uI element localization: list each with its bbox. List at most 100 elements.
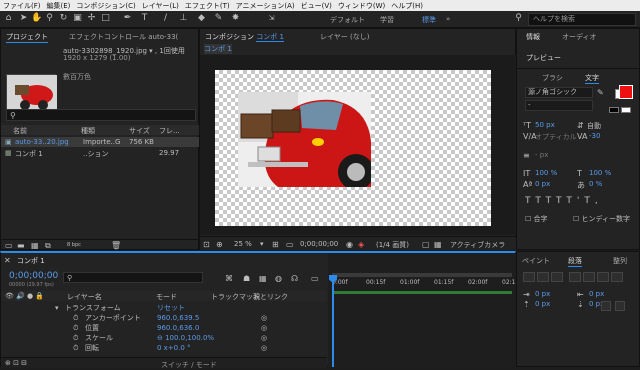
workspace-more[interactable]: » xyxy=(446,15,450,23)
align-center-button[interactable] xyxy=(537,272,549,282)
tab-layer[interactable]: レイヤー (なし) xyxy=(320,32,369,42)
stopwatch-icon[interactable]: ⏱ xyxy=(73,333,78,343)
region-icon[interactable]: ▢ xyxy=(422,240,430,249)
project-comp-row[interactable]: ▦ コンポ 1 ..ション 29.97 xyxy=(1,148,200,158)
workspace-learn[interactable]: 学習 xyxy=(380,15,394,25)
tab-preview[interactable]: プレビュー xyxy=(526,53,561,63)
column-parent[interactable]: 親とリンク xyxy=(253,292,288,302)
tab-audio[interactable]: オーディオ xyxy=(562,32,597,42)
comp-subtab[interactable]: コンポ 1 xyxy=(204,44,232,54)
time-ruler[interactable]: 0:00f 00:15f 01:00f 01:15f 02:00f 02:1 xyxy=(328,279,516,289)
tab-composition[interactable]: コンポジション コンポ 1 xyxy=(205,32,284,42)
timeline-property-row[interactable]: ▾ トランスフォーム リセット xyxy=(1,303,327,313)
tab-character[interactable]: 文字 xyxy=(585,73,599,84)
justify-center-button[interactable] xyxy=(583,272,595,282)
hand-tool-icon[interactable]: ✋ xyxy=(31,13,42,24)
justify-left-button[interactable] xyxy=(569,272,581,282)
white-swatch[interactable] xyxy=(621,107,631,113)
tab-paragraph[interactable]: 段落 xyxy=(568,256,582,267)
timeline-property-row[interactable]: ⏱ 位置 960.0,636.0 ◎ xyxy=(1,323,327,333)
new-comp-icon[interactable]: ▦ xyxy=(31,241,39,250)
pen-tool-icon[interactable]: ✒ xyxy=(122,13,133,24)
fit-icon[interactable]: ⊕ xyxy=(216,240,223,249)
stopwatch-icon[interactable]: ⏱ xyxy=(73,323,78,333)
car-image[interactable] xyxy=(238,92,374,190)
render-icons[interactable]: ⊛ ⊡ ⊟ xyxy=(5,359,27,367)
fill-color-swatch[interactable] xyxy=(619,85,633,99)
frame-blending-icon[interactable]: ▦ xyxy=(259,274,267,283)
align-left-button[interactable] xyxy=(523,272,535,282)
stopwatch-icon[interactable]: ⏱ xyxy=(73,343,78,353)
expression-pickwhip-icon[interactable]: ◎ xyxy=(261,323,267,333)
kerning-value[interactable]: オプティカル xyxy=(535,132,577,142)
rotate-tool-icon[interactable]: ↻ xyxy=(58,13,69,24)
column-layer-name[interactable]: レイヤー名 xyxy=(67,292,102,302)
type-tool-icon[interactable]: T xyxy=(139,13,150,24)
leading-value[interactable]: 自動 xyxy=(587,121,601,131)
stroke-unit[interactable]: - px xyxy=(535,151,548,159)
expression-pickwhip-icon[interactable]: ◎ xyxy=(261,343,267,353)
snapshot-icon[interactable]: ◉ xyxy=(346,240,353,249)
transparency-icon[interactable]: ▦ xyxy=(434,240,442,249)
black-swatch[interactable] xyxy=(609,107,619,113)
rectangle-tool-icon[interactable]: □ xyxy=(100,13,111,24)
current-time-indicator[interactable] xyxy=(332,275,334,367)
tab-align[interactable]: 整列 xyxy=(613,256,627,266)
indent-left-value[interactable]: 0 px xyxy=(535,290,550,298)
property-value[interactable]: ⊖ 100.0,100.0% xyxy=(157,333,214,343)
roto-brush-icon[interactable]: ✎ xyxy=(213,13,224,24)
tab-paint[interactable]: ペイント xyxy=(522,256,550,266)
menu-item-0[interactable]: ファイル(F) xyxy=(3,1,41,11)
project-search-input[interactable]: ⚲ xyxy=(6,109,196,121)
zoom-tool-icon[interactable]: ⚲ xyxy=(44,13,55,24)
column-mode[interactable]: モード xyxy=(156,292,177,302)
chevron-down-icon[interactable]: ▾ xyxy=(260,240,264,248)
bpc-label[interactable]: 8 bpc xyxy=(67,242,81,248)
menu-item-8[interactable]: ヘルプ(H) xyxy=(391,1,423,11)
align-right-button[interactable] xyxy=(551,272,563,282)
column-type[interactable]: 種類 xyxy=(81,126,95,136)
timeline-property-row[interactable]: ⏱ アンカーポイント 960.0,639.5 ◎ xyxy=(1,313,327,323)
graph-icon[interactable]: ▭ xyxy=(311,274,319,283)
graph-editor-icon[interactable]: ☊ xyxy=(291,274,298,283)
eyedropper-icon[interactable]: ✎ xyxy=(597,88,604,97)
camera-tool-icon[interactable]: ▣ xyxy=(72,13,83,24)
property-value[interactable]: リセット xyxy=(157,303,185,313)
font-size-value[interactable]: 50 px xyxy=(535,121,555,129)
menu-item-5[interactable]: アニメーション(A) xyxy=(236,1,295,11)
workspace-standard[interactable]: 標準 xyxy=(422,15,436,25)
snap-icon[interactable]: ⇲ xyxy=(266,13,277,24)
property-value[interactable]: 0 x+0.0 ° xyxy=(157,343,191,353)
tab-project[interactable]: プロジェクト xyxy=(6,32,48,43)
horizontal-scale-value[interactable]: 100 % xyxy=(589,169,611,177)
expression-pickwhip-icon[interactable]: ◎ xyxy=(261,333,267,343)
switches-icons[interactable]: 👁 🔊 ● 🔒 xyxy=(5,292,44,300)
column-frames[interactable]: フレ... xyxy=(159,126,180,136)
trash-icon[interactable]: 🗑 xyxy=(111,241,121,250)
baseline-value[interactable]: 0 px xyxy=(535,180,550,188)
help-search-input[interactable]: ヘルプを検索 xyxy=(528,13,636,26)
tab-effect-controls[interactable]: エフェクトコントロール auto-33( xyxy=(69,32,178,42)
timeline-property-row[interactable]: ⏱ スケール ⊖ 100.0,100.0% ◎ xyxy=(1,333,327,343)
selection-tool-icon[interactable]: ➤ xyxy=(18,13,29,24)
brush-tool-icon[interactable]: / xyxy=(160,13,171,24)
search-icon[interactable]: ⚲ xyxy=(513,13,524,24)
menu-item-6[interactable]: ビュー(V) xyxy=(301,1,332,11)
menu-item-1[interactable]: 編集(E) xyxy=(47,1,71,11)
rtl-button[interactable] xyxy=(615,301,625,311)
ligature-checkbox[interactable]: ☐ 合字 xyxy=(525,214,548,224)
space-before-value[interactable]: 0 px xyxy=(535,300,550,308)
composition-mini-icon[interactable]: ⌘ xyxy=(225,274,233,283)
hindi-checkbox[interactable]: ☐ ヒンディー数字 xyxy=(573,214,630,224)
flowchart-icon[interactable]: ⧉ xyxy=(45,241,51,251)
preview-icon[interactable]: ⊡ xyxy=(203,240,210,249)
resolution-dropdown[interactable]: (1/4 画質) xyxy=(376,240,409,250)
puppet-tool-icon[interactable]: ✸ xyxy=(230,13,241,24)
interpret-footage-icon[interactable]: ▭ xyxy=(5,241,13,250)
home-icon[interactable]: ⌂ xyxy=(3,13,14,24)
timeline-property-row[interactable]: ⏱ 回転 0 x+0.0 ° ◎ xyxy=(1,343,327,353)
viewer[interactable] xyxy=(200,55,517,235)
justify-all-button[interactable] xyxy=(611,272,623,282)
mask-icon[interactable]: ▭ xyxy=(286,240,294,249)
stopwatch-icon[interactable]: ⏱ xyxy=(73,313,78,323)
